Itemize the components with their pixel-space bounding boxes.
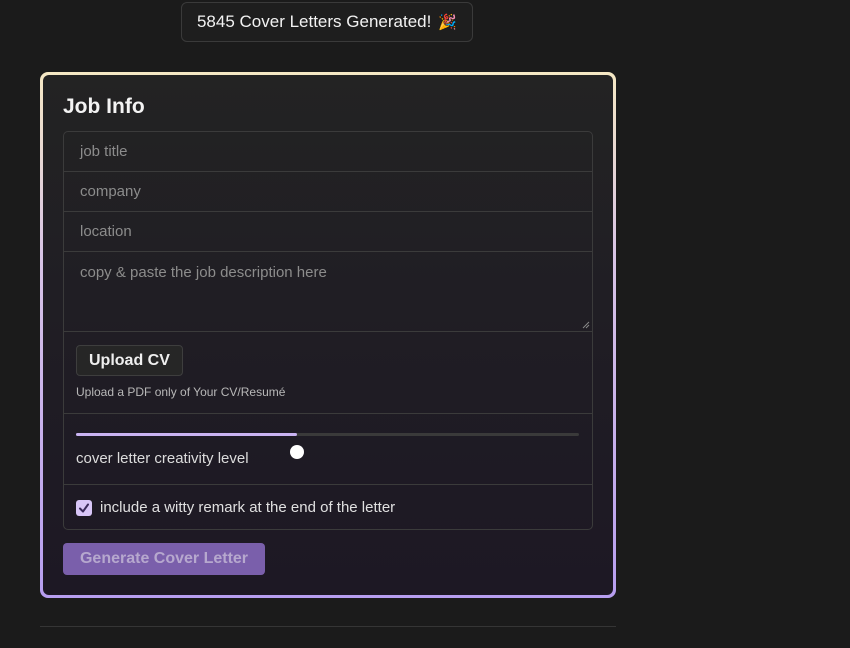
- creativity-slider-fill: [76, 433, 298, 436]
- checkmark-icon: [79, 503, 89, 512]
- witty-remark-option: include a witty remark at the end of the…: [64, 485, 592, 529]
- party-popper-icon: 🎉: [438, 14, 458, 31]
- upload-cv-section: Upload CV Upload a PDF only of Your CV/R…: [64, 332, 592, 414]
- generate-cover-letter-button[interactable]: Generate Cover Letter: [63, 543, 265, 575]
- creativity-slider[interactable]: [76, 433, 579, 459]
- job-info-form: job title company location copy & paste …: [63, 131, 593, 530]
- creativity-slider-label: cover letter creativity level: [76, 450, 249, 467]
- company-input[interactable]: company: [64, 172, 592, 212]
- job-description-placeholder: copy & paste the job description here: [80, 264, 327, 281]
- resize-handle-icon[interactable]: [582, 321, 590, 329]
- witty-remark-checkbox[interactable]: [76, 499, 92, 516]
- divider: [40, 626, 616, 627]
- cover-letter-counter-badge: 5845 Cover Letters Generated! 🎉: [181, 2, 473, 42]
- location-placeholder: location: [80, 223, 132, 240]
- counter-text: 5845 Cover Letters Generated!: [196, 12, 432, 31]
- location-input[interactable]: location: [64, 212, 592, 252]
- creativity-slider-section: cover letter creativity level: [64, 414, 592, 485]
- job-info-card-border: Job Info job title company location copy…: [40, 72, 616, 598]
- job-description-textarea[interactable]: copy & paste the job description here: [64, 252, 592, 332]
- job-info-card: Job Info job title company location copy…: [43, 75, 613, 595]
- witty-remark-label: include a witty remark at the end of the…: [100, 499, 396, 516]
- upload-cv-button[interactable]: Upload CV: [76, 345, 183, 376]
- job-title-placeholder: job title: [80, 143, 128, 160]
- card-title: Job Info: [63, 95, 145, 118]
- creativity-slider-thumb[interactable]: [290, 445, 305, 459]
- job-title-input[interactable]: job title: [64, 132, 592, 172]
- company-placeholder: company: [80, 183, 141, 200]
- upload-cv-hint: Upload a PDF only of Your CV/Resumé: [76, 385, 286, 399]
